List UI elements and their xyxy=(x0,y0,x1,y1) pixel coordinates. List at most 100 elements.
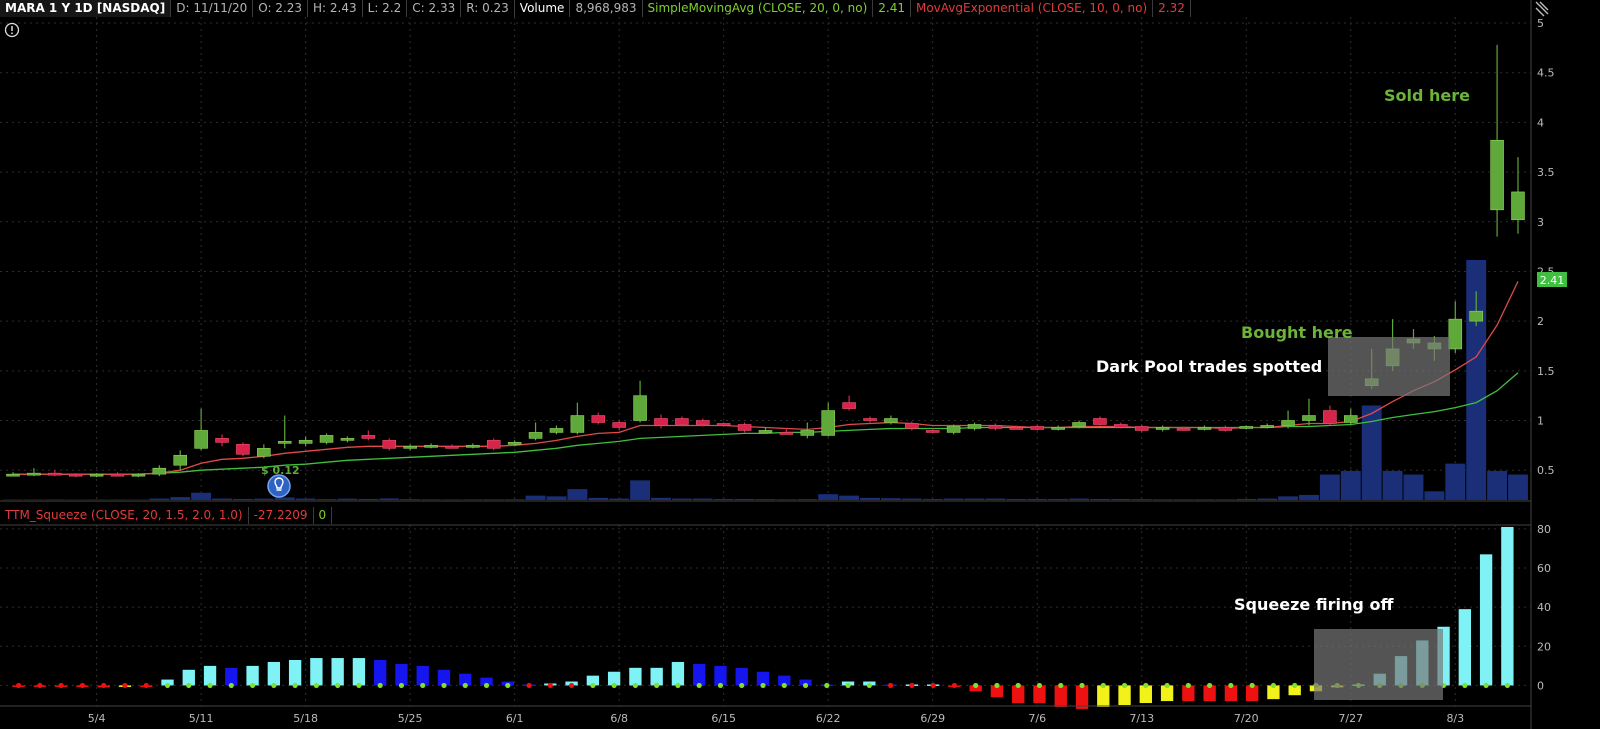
squeeze-dot xyxy=(143,682,149,689)
squeeze-dot xyxy=(675,682,681,689)
volume-bar xyxy=(1382,470,1403,500)
squeeze-dot xyxy=(717,682,724,689)
volume-bar xyxy=(525,495,546,500)
volume-bar xyxy=(1508,474,1528,500)
candle-body xyxy=(946,426,961,433)
squeeze-dot xyxy=(79,682,86,689)
volume-bar xyxy=(379,498,400,500)
candle-body xyxy=(1072,422,1086,427)
candle-body xyxy=(675,418,689,425)
volume-bar xyxy=(1048,498,1069,500)
volume-bar xyxy=(1215,499,1236,500)
volume-bar xyxy=(901,498,922,500)
volume-bar xyxy=(1089,498,1110,500)
volume-bar xyxy=(1487,470,1508,500)
volume-bar xyxy=(358,498,379,500)
price-tick-label: 5 xyxy=(1537,17,1544,30)
candle-body xyxy=(570,415,585,433)
dividend-label: $ 0.12 xyxy=(261,464,300,477)
price-tick-label: 0.5 xyxy=(1537,464,1555,477)
volume-bar xyxy=(609,498,630,500)
volume-bar xyxy=(943,498,964,500)
candle-body xyxy=(424,445,438,448)
squeeze-bar xyxy=(1139,685,1152,704)
squeeze-dot xyxy=(1270,682,1277,689)
candle-body xyxy=(382,440,397,449)
price-tick-label: 3.5 xyxy=(1537,166,1555,179)
volume-bar xyxy=(776,499,797,500)
volume-bar xyxy=(985,498,1006,500)
candle-body xyxy=(863,418,877,421)
candle-body xyxy=(152,467,167,475)
candle-body xyxy=(277,441,292,444)
volume-bar xyxy=(651,497,671,500)
volume-bar xyxy=(839,495,860,500)
volume-bar xyxy=(1340,470,1361,500)
price-chart[interactable]: 0.511.522.533.544.550204060805/4 5/11 5/18… xyxy=(0,0,1600,729)
volume-bar xyxy=(1445,463,1466,500)
squeeze-dot xyxy=(271,682,277,689)
squeeze-dot xyxy=(930,682,936,689)
squeeze-bar xyxy=(416,665,429,686)
squeeze-bar xyxy=(714,665,727,686)
volume-bar xyxy=(1152,499,1173,500)
bought-annotation: Bought here xyxy=(1241,323,1353,342)
squeeze-dot xyxy=(186,682,192,689)
volume-bar xyxy=(1319,474,1340,500)
candle-body xyxy=(1030,426,1045,430)
dividend-marker[interactable] xyxy=(267,474,291,498)
candle-body xyxy=(68,473,83,477)
candle-body xyxy=(1511,191,1525,221)
x-tick-label: 6/22 xyxy=(816,712,841,725)
squeeze-dot xyxy=(37,682,43,689)
candle-body xyxy=(6,473,20,477)
squeeze-dot xyxy=(909,682,915,689)
volume-bars xyxy=(3,260,1528,500)
squeeze-bar xyxy=(267,661,281,686)
candle-body xyxy=(591,415,606,423)
candle-body xyxy=(48,472,62,476)
squeeze-dot xyxy=(781,682,787,689)
squeeze-dot xyxy=(568,682,575,689)
squeeze-bar xyxy=(650,667,663,686)
candle-body xyxy=(1009,427,1024,430)
squeeze-bar xyxy=(203,665,217,686)
squeeze-dot xyxy=(590,682,596,689)
x-tick-label: 5/11 xyxy=(189,712,214,725)
x-tick-label: 8/3 xyxy=(1446,712,1464,725)
candle-body xyxy=(654,418,668,426)
squeeze-bar xyxy=(1501,526,1514,686)
squeeze-dot xyxy=(1121,682,1128,689)
x-tick-label: 7/27 xyxy=(1338,712,1363,725)
x-tick-label: 5/18 xyxy=(293,712,318,725)
squeeze-dot xyxy=(462,682,468,689)
squeeze-dot xyxy=(824,682,830,689)
chart-style-icon[interactable] xyxy=(1535,1,1549,17)
price-tick-label: 4 xyxy=(1537,116,1544,129)
candle-body xyxy=(988,425,1003,429)
squeeze-dot xyxy=(1228,682,1234,689)
squeeze-dot xyxy=(356,682,362,689)
candle-body xyxy=(800,430,815,436)
squeeze-dot xyxy=(1058,682,1064,689)
squeeze-dot xyxy=(398,682,405,689)
squeeze-bar xyxy=(1479,554,1493,686)
volume-bar xyxy=(713,498,734,500)
volume-bar xyxy=(1006,498,1027,500)
squeeze-dot xyxy=(526,682,532,689)
squeeze-bar xyxy=(225,667,238,686)
candle-body xyxy=(319,435,334,443)
volume-bar xyxy=(964,498,985,500)
squeeze-tick-label: 0 xyxy=(1537,679,1544,692)
volume-bar xyxy=(630,480,651,500)
squeeze-dot xyxy=(58,682,64,689)
volume-bar xyxy=(191,492,212,500)
price-tick-label: 3 xyxy=(1537,216,1544,229)
squeeze-dot xyxy=(1164,682,1170,689)
candle-body xyxy=(1281,420,1295,426)
squeeze-dot xyxy=(1504,682,1510,689)
price-tick-label: 4.5 xyxy=(1537,67,1555,80)
volume-bar xyxy=(1257,498,1278,500)
alert-icon[interactable] xyxy=(4,22,20,38)
candle-body xyxy=(403,446,417,449)
